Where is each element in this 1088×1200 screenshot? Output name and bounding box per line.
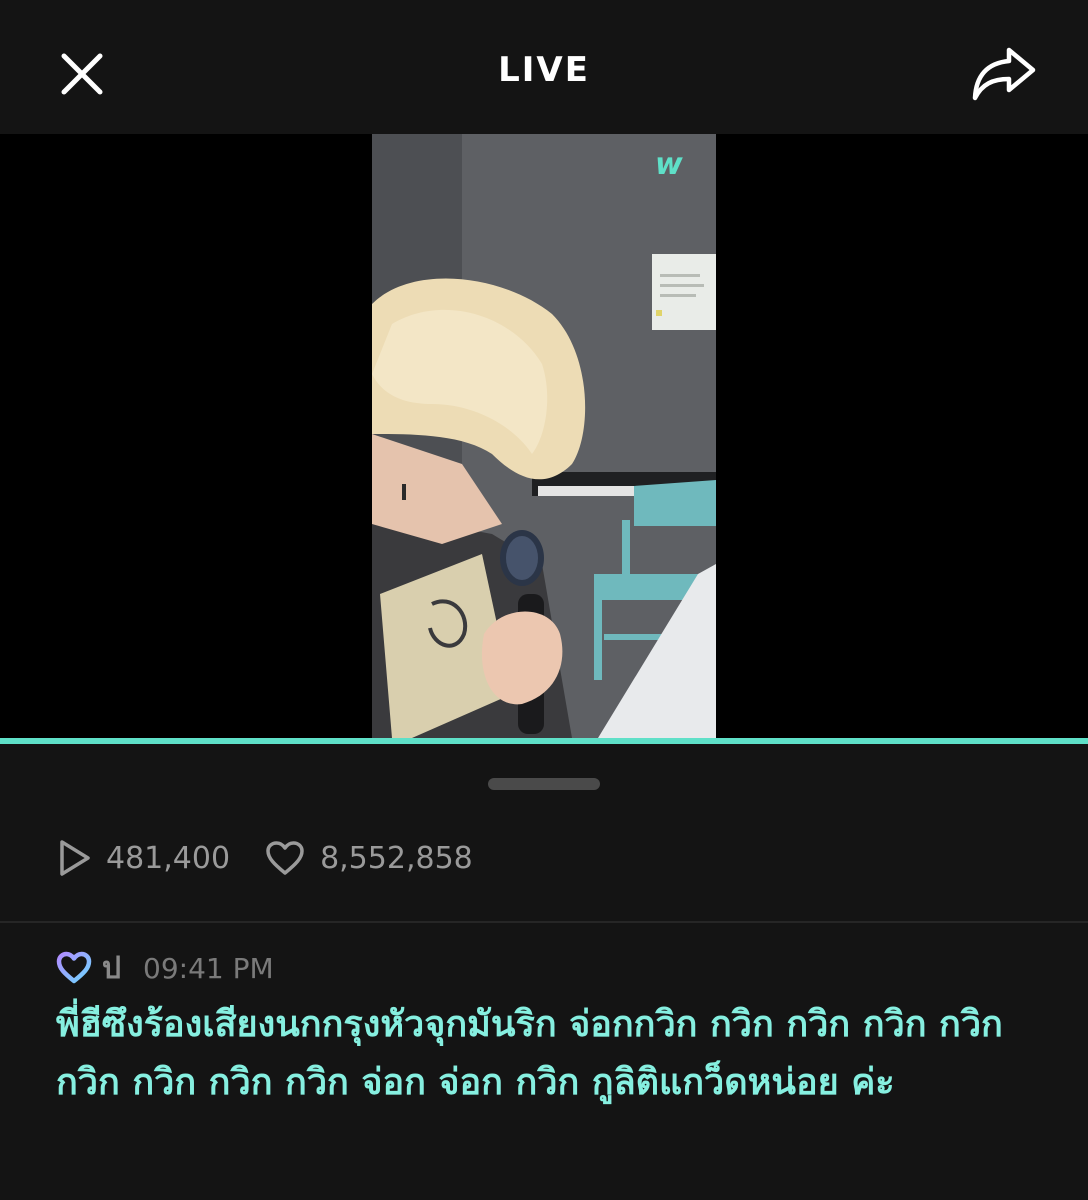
heart-icon: [266, 841, 304, 875]
watermark-logo: w: [655, 147, 683, 182]
like-count[interactable]: 8,552,858: [264, 839, 473, 877]
video-frame[interactable]: w: [372, 134, 716, 738]
video-thumbnail: w: [372, 134, 716, 738]
comment-time: 09:41 PM: [143, 951, 274, 985]
heart-badge-icon: [56, 951, 92, 984]
play-count-value: 481,400: [106, 840, 231, 876]
share-icon: [972, 47, 1036, 101]
share-button[interactable]: [964, 40, 1044, 110]
drag-handle[interactable]: [488, 778, 600, 790]
divider: [0, 921, 1088, 923]
page-title: LIVE: [498, 50, 590, 90]
comment-author[interactable]: ป: [102, 945, 121, 992]
play-icon: [60, 840, 90, 876]
play-count: 481,400: [56, 838, 230, 878]
progress-fill: [0, 738, 1088, 744]
stats-bar: 481,400 8,552,858: [56, 836, 473, 880]
comment-text: พี่ฮีซึงร้องเสียงนกกรุงหัวจุกมันริก จ่อก…: [56, 1004, 1003, 1103]
header: LIVE: [0, 0, 1088, 134]
comment-meta: ป 09:41 PM: [56, 946, 274, 990]
video-player[interactable]: w: [0, 134, 1088, 738]
like-count-value: 8,552,858: [320, 840, 473, 876]
live-screen: LIVE w 481,400 8,552,858 ป 09:41 PM พี่ฮ…: [0, 0, 1088, 1200]
progress-bar[interactable]: [0, 738, 1088, 744]
